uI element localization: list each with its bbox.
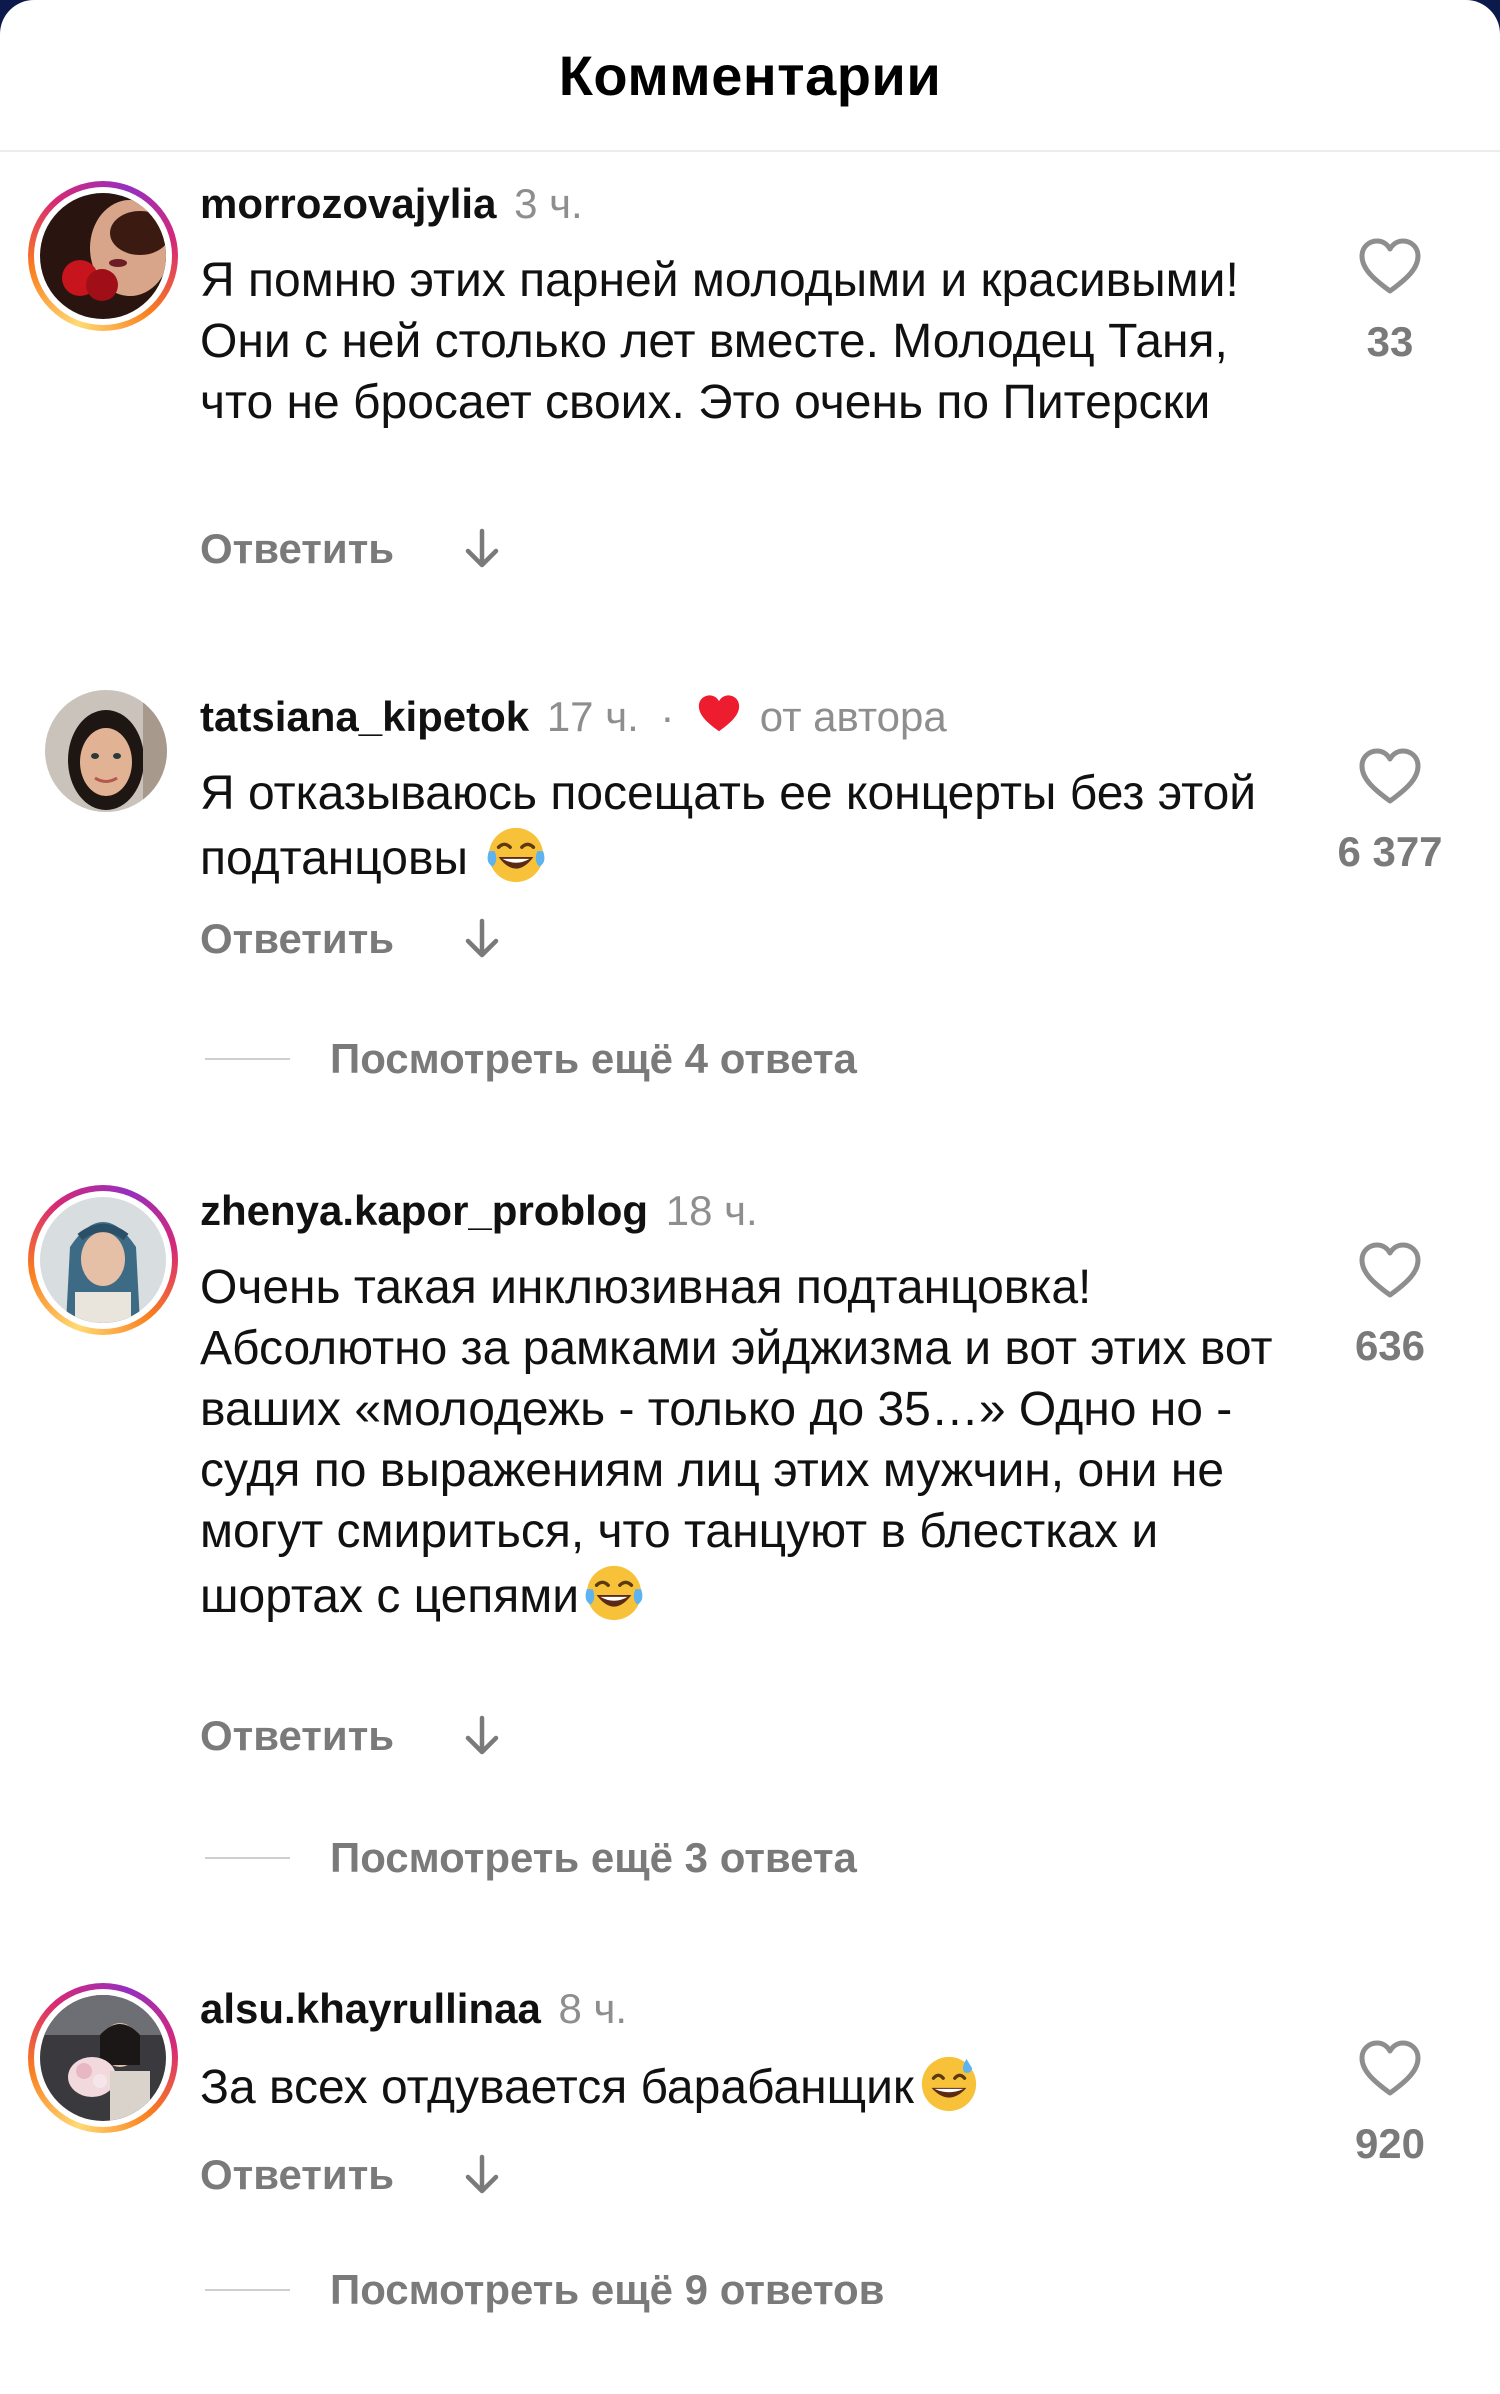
comment-time: 8 ч. bbox=[558, 1985, 628, 2032]
like-count: 6 377 bbox=[1337, 828, 1443, 875]
reply-button[interactable]: Ответить bbox=[200, 2151, 394, 2199]
reply-button[interactable]: Ответить bbox=[200, 915, 394, 963]
comment-actions: Ответить bbox=[200, 915, 502, 963]
comment-text: Очень такая инклюзивная подтанцовка! Абс… bbox=[200, 1257, 1280, 1627]
comment-text-content: Очень такая инклюзивная подтанцовка! Абс… bbox=[200, 1261, 1273, 1623]
avatar bbox=[40, 1197, 166, 1323]
comment-meta: alsu.khayrullinaa 8 ч. bbox=[200, 1984, 627, 2034]
avatar[interactable] bbox=[45, 690, 167, 812]
avatar bbox=[40, 1995, 166, 2121]
page-title: Комментарии bbox=[558, 43, 942, 107]
like-count: 636 bbox=[1354, 1322, 1426, 1369]
author-liked-label: от автора bbox=[759, 693, 947, 740]
username[interactable]: alsu.khayrullinaa bbox=[200, 1985, 541, 2032]
translate-arrow-icon[interactable] bbox=[462, 917, 502, 961]
like-control: 6 377 bbox=[1300, 748, 1480, 876]
comment-text: За всех отдувается барабанщик bbox=[200, 2053, 1300, 2118]
author-like-heart-icon bbox=[698, 695, 740, 732]
heart-outline-icon[interactable] bbox=[1358, 748, 1422, 806]
view-more-replies-label[interactable]: Посмотреть ещё 4 ответа bbox=[330, 1035, 857, 1083]
view-more-replies[interactable]: Посмотреть ещё 4 ответа bbox=[205, 1035, 857, 1083]
comment-meta: morrozovajylia 3 ч. bbox=[200, 179, 583, 229]
avatar bbox=[40, 193, 166, 319]
like-control: 636 bbox=[1300, 1242, 1480, 1370]
comment-actions: Ответить bbox=[200, 1712, 502, 1760]
comment-text-content: Я отказываюсь посещать ее концерты без э… bbox=[200, 767, 1257, 885]
avatar-story-ring[interactable] bbox=[28, 1185, 178, 1335]
comment-text: Я отказываюсь посещать ее концерты без э… bbox=[200, 763, 1300, 889]
heart-outline-icon[interactable] bbox=[1358, 238, 1422, 296]
comment-meta: tatsiana_kipetok 17 ч. · от автора bbox=[200, 692, 947, 742]
heart-outline-icon[interactable] bbox=[1358, 1242, 1422, 1300]
view-more-replies[interactable]: Посмотреть ещё 3 ответа bbox=[205, 1834, 857, 1882]
comment-time: 3 ч. bbox=[514, 180, 583, 227]
view-more-replies-label[interactable]: Посмотреть ещё 9 ответов bbox=[330, 2266, 884, 2314]
tears-of-joy-emoji-icon bbox=[585, 1565, 643, 1621]
reply-button[interactable]: Ответить bbox=[200, 525, 394, 573]
comment-time: 18 ч. bbox=[665, 1187, 758, 1234]
like-control: 33 bbox=[1300, 238, 1480, 366]
avatar-story-ring[interactable] bbox=[28, 1983, 178, 2133]
divider-line bbox=[205, 1857, 290, 1859]
comment-meta: zhenya.kapor_problog 18 ч. bbox=[200, 1186, 758, 1236]
view-more-replies-label[interactable]: Посмотреть ещё 3 ответа bbox=[330, 1834, 857, 1882]
comment-time: 17 ч. bbox=[546, 693, 639, 740]
like-control: 920 bbox=[1300, 2040, 1480, 2168]
meta-separator: · bbox=[660, 693, 675, 740]
comment-text-content: За всех отдувается барабанщик bbox=[200, 2061, 914, 2114]
reply-button[interactable]: Ответить bbox=[200, 1712, 394, 1760]
like-count: 920 bbox=[1354, 2120, 1426, 2167]
translate-arrow-icon[interactable] bbox=[462, 1714, 502, 1758]
divider-line bbox=[205, 2289, 290, 2291]
grinning-sweat-emoji-icon bbox=[921, 2056, 977, 2112]
translate-arrow-icon[interactable] bbox=[462, 2153, 502, 2197]
divider-line bbox=[205, 1058, 290, 1060]
tears-of-joy-emoji-icon bbox=[487, 827, 545, 883]
comment-actions: Ответить bbox=[200, 525, 502, 573]
heart-outline-icon[interactable] bbox=[1358, 2040, 1422, 2098]
comment-actions: Ответить bbox=[200, 2151, 502, 2199]
username[interactable]: zhenya.kapor_problog bbox=[200, 1187, 648, 1234]
comment-text: Я помню этих парней молодыми и красивыми… bbox=[200, 254, 1239, 429]
sheet-header: Комментарии bbox=[0, 0, 1500, 152]
username[interactable]: morrozovajylia bbox=[200, 180, 496, 227]
username[interactable]: tatsiana_kipetok bbox=[200, 693, 529, 740]
avatar-story-ring[interactable] bbox=[28, 181, 178, 331]
view-more-replies[interactable]: Посмотреть ещё 9 ответов bbox=[205, 2266, 884, 2314]
comments-sheet: Комментарии morrozovajylia 3 ч. Я помню … bbox=[0, 0, 1500, 2394]
translate-arrow-icon[interactable] bbox=[462, 527, 502, 571]
like-count: 33 bbox=[1366, 318, 1414, 365]
